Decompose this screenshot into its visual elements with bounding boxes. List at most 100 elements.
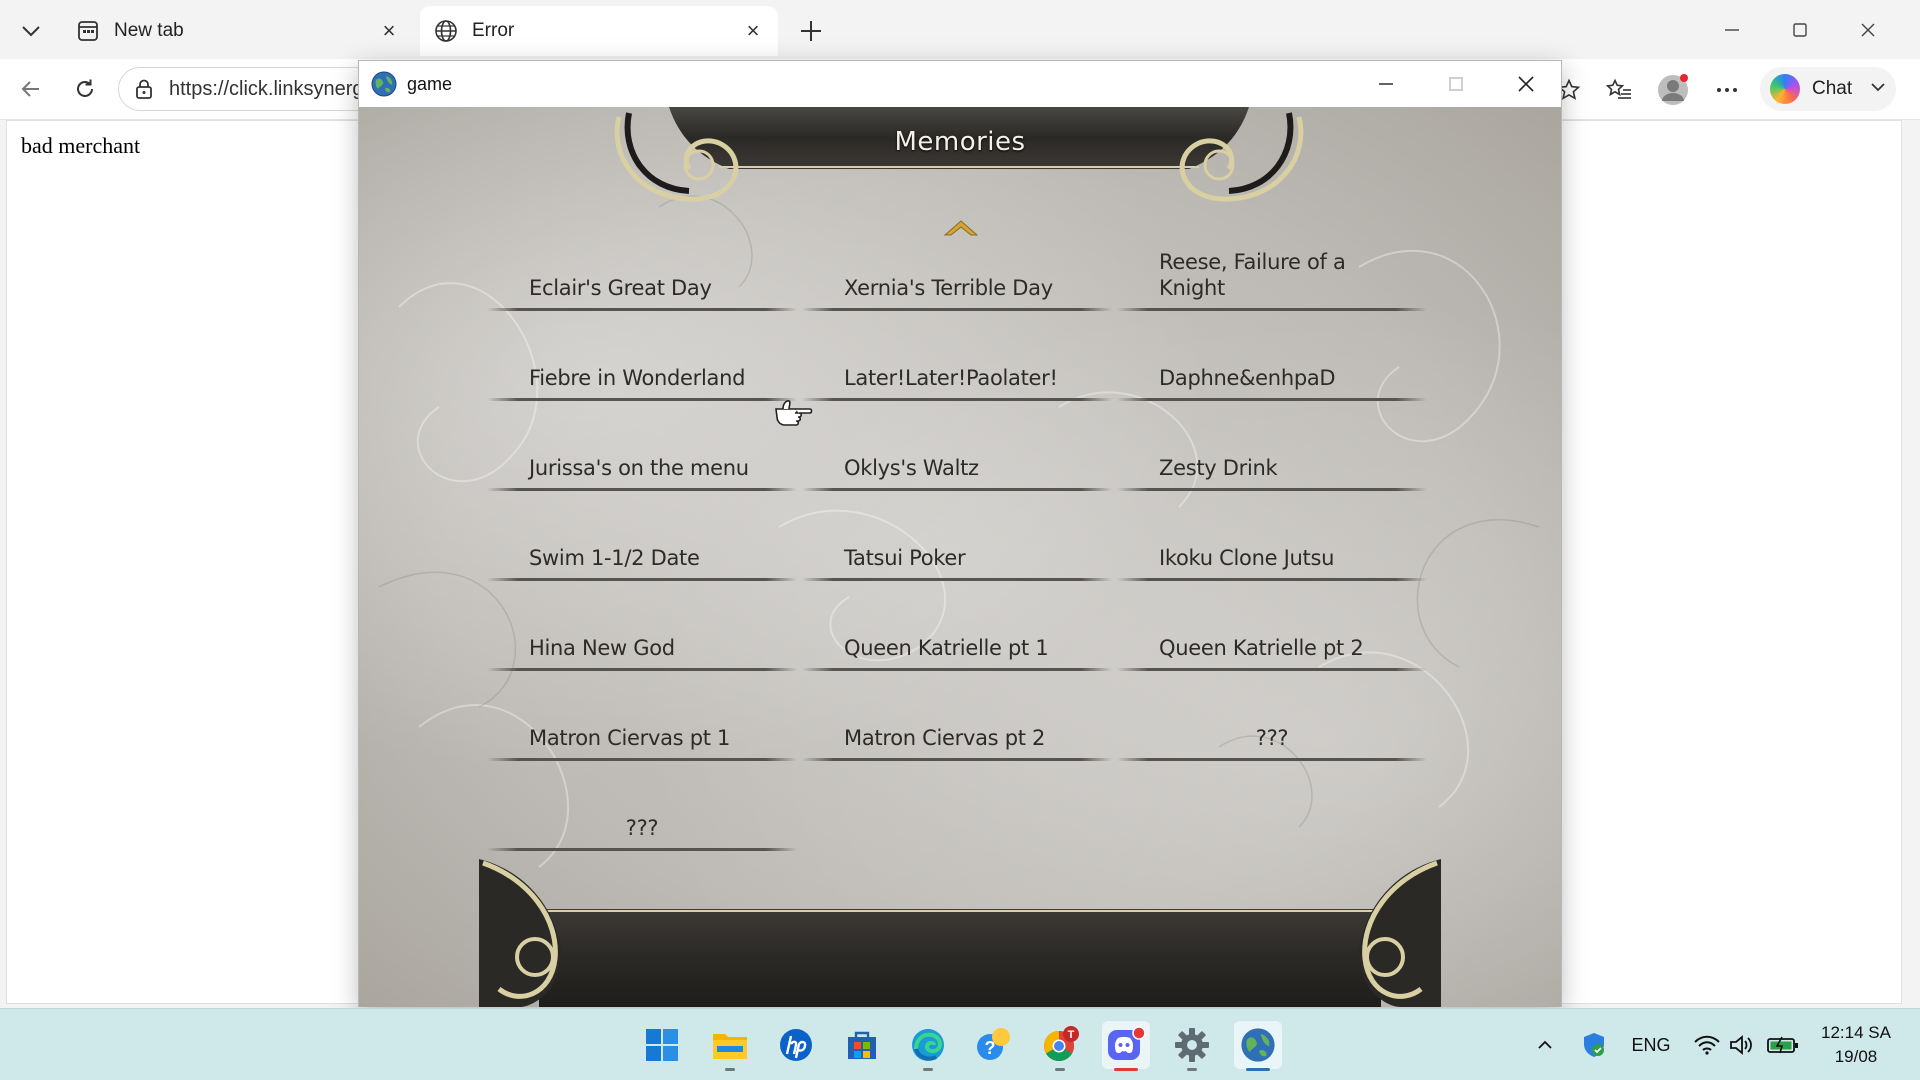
- system-clock[interactable]: 12:14 SA 19/08: [1808, 1021, 1904, 1069]
- back-button[interactable]: [10, 68, 52, 110]
- game-titlebar[interactable]: game: [359, 61, 1561, 107]
- refresh-button[interactable]: [64, 68, 106, 110]
- game-canvas[interactable]: Memories Eclair's Great Day Xernia's Terr…: [359, 107, 1561, 1007]
- more-options-icon: [1717, 88, 1737, 92]
- copilot-icon: [1770, 74, 1800, 104]
- chat-label: Chat: [1812, 78, 1853, 99]
- memory-item[interactable]: Daphne&enhpaD: [1117, 345, 1427, 401]
- memory-item[interactable]: Eclair's Great Day: [487, 255, 797, 311]
- taskbar-game[interactable]: [1234, 1021, 1282, 1071]
- memory-item[interactable]: Xernia's Terrible Day: [802, 255, 1112, 311]
- memory-item-label: Queen Katrielle pt 2: [1159, 636, 1364, 660]
- tab-title: New tab: [114, 20, 184, 41]
- favorites-button[interactable]: [1598, 69, 1640, 111]
- refresh-icon: [77, 79, 93, 97]
- memory-item-label: Later!Later!Paolater!: [844, 366, 1058, 390]
- memory-item-underline: [487, 848, 797, 851]
- memory-item[interactable]: Tatsui Poker: [802, 525, 1112, 581]
- close-tab-icon[interactable]: ×: [742, 18, 764, 43]
- running-indicator: [725, 1068, 735, 1071]
- battery-status-button[interactable]: [1766, 1031, 1800, 1059]
- memory-item[interactable]: Hina New God: [487, 615, 797, 671]
- microsoft-store-icon: [848, 1031, 876, 1059]
- memory-item[interactable]: Oklys's Waltz: [802, 435, 1112, 491]
- memory-item[interactable]: Swim 1-1/2 Date: [487, 525, 797, 581]
- taskbar-discord[interactable]: [1102, 1021, 1150, 1071]
- profile-avatar-icon: [1658, 74, 1688, 105]
- taskbar-get-help[interactable]: ?: [970, 1021, 1018, 1069]
- memory-item-underline: [487, 668, 797, 671]
- taskbar-edge[interactable]: [904, 1021, 952, 1071]
- memory-item-underline: [802, 398, 1112, 401]
- memory-item-underline: [1117, 758, 1427, 761]
- memory-item-label: Matron Ciervas pt 2: [844, 726, 1046, 750]
- memory-item-label: Jurissa's on the menu: [529, 456, 749, 480]
- tab-new-tab[interactable]: New tab ×: [62, 6, 414, 56]
- memory-item[interactable]: Matron Ciervas pt 2: [802, 705, 1112, 761]
- maximize-icon: [1449, 77, 1463, 91]
- close-tab-icon[interactable]: ×: [378, 18, 400, 43]
- memory-item[interactable]: Jurissa's on the menu: [487, 435, 797, 491]
- scroll-up-arrow-icon[interactable]: [943, 217, 979, 239]
- page-error-text: bad merchant: [21, 133, 141, 158]
- file-explorer-icon: [713, 1034, 747, 1059]
- taskbar-microsoft-store[interactable]: [838, 1021, 886, 1069]
- memory-item[interactable]: Queen Katrielle pt 1: [802, 615, 1112, 671]
- wifi-status-button[interactable]: [1692, 1031, 1722, 1059]
- browser-maximize-button[interactable]: [1766, 6, 1834, 54]
- minimize-icon: [1725, 29, 1739, 31]
- memory-item-label: Daphne&enhpaD: [1159, 366, 1336, 390]
- taskbar-settings[interactable]: [1168, 1021, 1216, 1071]
- game-maximize-button[interactable]: [1421, 61, 1491, 107]
- tab-title: Error: [472, 20, 515, 41]
- game-minimize-button[interactable]: [1351, 61, 1421, 107]
- memory-item[interactable]: Ikoku Clone Jutsu: [1117, 525, 1427, 581]
- edge-icon: [912, 1029, 944, 1061]
- volume-button[interactable]: [1726, 1031, 1756, 1059]
- chevron-down-icon[interactable]: [1870, 76, 1886, 97]
- clock-time: 12:14 SA: [1821, 1023, 1891, 1042]
- memory-item-label: Tatsui Poker: [844, 546, 966, 570]
- more-options-button[interactable]: [1706, 69, 1748, 111]
- memory-item[interactable]: Fiebre in Wonderland: [487, 345, 797, 401]
- new-tab-button[interactable]: [792, 12, 830, 50]
- globe-icon: [434, 19, 458, 43]
- taskbar-file-explorer[interactable]: [706, 1021, 754, 1071]
- svg-text:?: ?: [985, 1038, 996, 1058]
- memory-item-underline: [802, 668, 1112, 671]
- memory-item-label: Reese, Failure of a Knight: [1159, 250, 1346, 300]
- browser-minimize-button[interactable]: [1698, 6, 1766, 54]
- memory-item[interactable]: ???: [487, 795, 797, 851]
- memory-item[interactable]: Matron Ciervas pt 1: [487, 705, 797, 761]
- start-button[interactable]: [638, 1021, 686, 1069]
- running-indicator: [1187, 1068, 1197, 1071]
- taskbar-hp[interactable]: [772, 1021, 820, 1069]
- memory-item-label: Hina New God: [529, 636, 675, 660]
- memory-item-label: ???: [1255, 726, 1289, 750]
- active-app-indicator: [1246, 1068, 1270, 1071]
- memory-item[interactable]: ???: [1117, 705, 1427, 761]
- memory-item[interactable]: Zesty Drink: [1117, 435, 1427, 491]
- running-indicator: [1055, 1068, 1065, 1071]
- tab-error[interactable]: Error ×: [420, 6, 778, 56]
- game-close-button[interactable]: [1491, 61, 1561, 107]
- memory-item[interactable]: Queen Katrielle pt 2: [1117, 615, 1427, 671]
- tab-actions-menu-button[interactable]: [10, 11, 52, 51]
- memory-item-underline: [1117, 398, 1427, 401]
- pointing-hand-cursor-icon: [775, 400, 813, 426]
- memory-item-label: Oklys's Waltz: [844, 456, 979, 480]
- windows-security-button[interactable]: [1580, 1031, 1608, 1059]
- memory-item-label: Queen Katrielle pt 1: [844, 636, 1049, 660]
- copilot-chat-button[interactable]: Chat: [1760, 67, 1896, 111]
- profile-button[interactable]: [1652, 69, 1694, 111]
- memory-item[interactable]: Later!Later!Paolater!: [802, 345, 1112, 401]
- taskbar-chrome[interactable]: T: [1036, 1021, 1084, 1071]
- memory-item[interactable]: Reese, Failure of a Knight: [1117, 250, 1427, 311]
- show-hidden-icons-button[interactable]: [1532, 1031, 1558, 1059]
- close-icon: [1861, 23, 1875, 37]
- memory-item-label: Xernia's Terrible Day: [844, 276, 1053, 300]
- memory-item-label: Zesty Drink: [1159, 456, 1278, 480]
- hp-icon: [780, 1029, 812, 1061]
- browser-close-button[interactable]: [1834, 6, 1902, 54]
- input-language-indicator[interactable]: ENG: [1628, 1031, 1674, 1059]
